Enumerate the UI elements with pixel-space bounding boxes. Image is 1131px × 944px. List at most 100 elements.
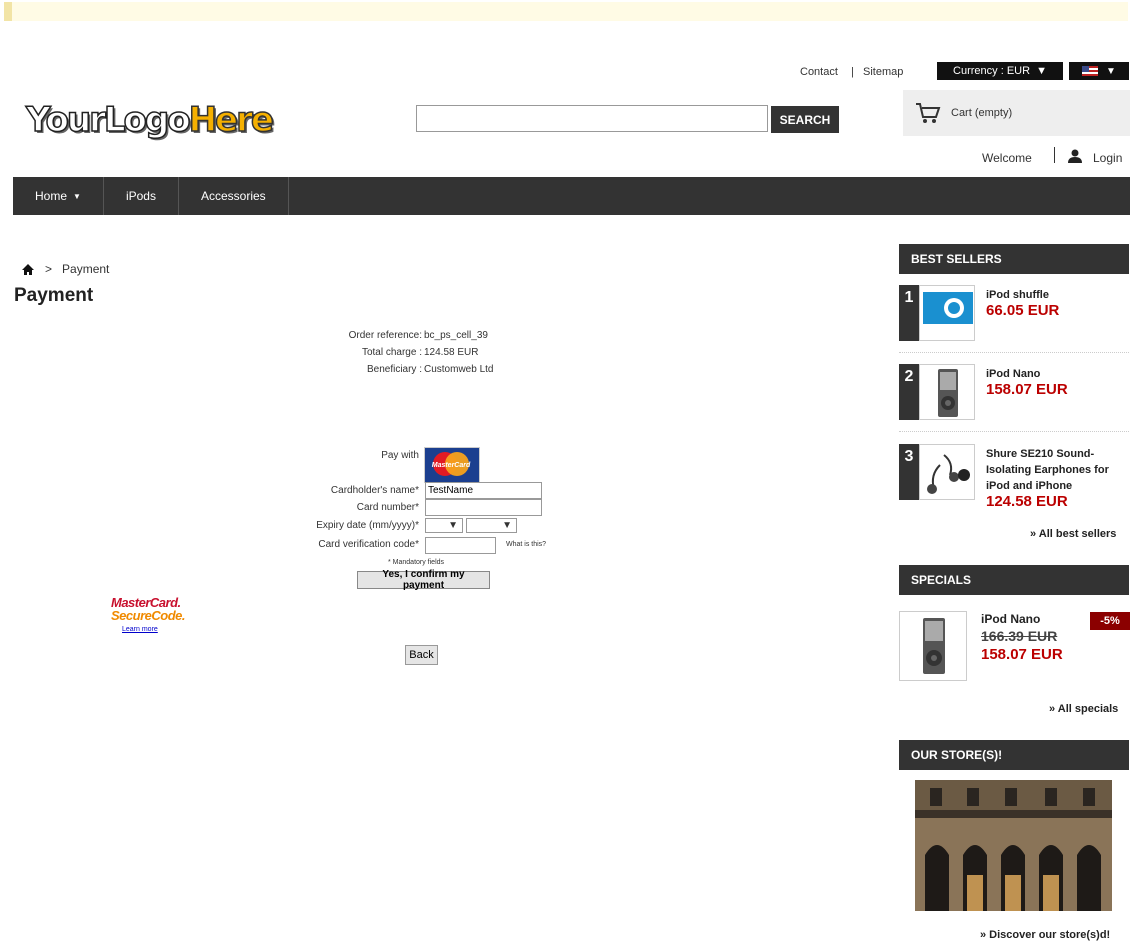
chevron-down-icon: ▼ xyxy=(1036,65,1047,77)
product-price: 158.07 EUR xyxy=(986,381,1068,398)
discount-badge: -5% xyxy=(1090,612,1130,630)
mastercard-logo: MasterCard xyxy=(424,447,480,483)
expiry-label: Expiry date (mm/yyyy)* xyxy=(316,520,419,531)
product-info: iPod shuffle 66.05 EUR xyxy=(986,287,1131,319)
expiry-year-select[interactable]: ▼ xyxy=(466,518,517,533)
sitemap-link[interactable]: Sitemap xyxy=(863,66,903,78)
stores-title[interactable]: OUR STORE(S)! xyxy=(899,740,1129,770)
chevron-down-icon: ▼ xyxy=(448,520,458,531)
nav-item-ipods[interactable]: iPods xyxy=(104,177,179,215)
mandatory-note: * Mandatory fields xyxy=(388,559,445,566)
discover-stores-link[interactable]: » Discover our store(s)d! xyxy=(980,929,1110,941)
all-best-sellers-link[interactable]: » All best sellers xyxy=(1030,528,1116,540)
best-sellers-title[interactable]: BEST SELLERS xyxy=(899,244,1129,274)
cardholder-input[interactable] xyxy=(425,482,542,499)
logo-part2: Here xyxy=(188,99,275,141)
chevron-down-icon: ▼ xyxy=(502,520,512,531)
link-separator: | xyxy=(851,66,854,78)
ipod-nano-image xyxy=(938,369,958,417)
whats-this-link[interactable]: What is this? xyxy=(506,541,546,548)
breadcrumb-current: Payment xyxy=(62,262,110,276)
product-image[interactable] xyxy=(919,364,975,420)
chevron-down-icon: ▼ xyxy=(73,191,81,201)
cardholder-label: Cardholder's name* xyxy=(330,485,419,496)
user-icon xyxy=(1068,149,1082,163)
confirm-payment-button[interactable]: Yes, I confirm my payment xyxy=(357,569,490,591)
page-title: Payment xyxy=(14,285,94,306)
specials-title[interactable]: SPECIALS xyxy=(899,565,1129,595)
nav-item-label: Home xyxy=(35,189,68,203)
nav-item-home[interactable]: Home ▼ xyxy=(13,177,104,215)
list-item[interactable]: 2 iPod Nano 158.07 EUR xyxy=(899,364,1129,422)
order-ref-value: bc_ps_cell_39 xyxy=(424,330,488,341)
search-button[interactable]: SEARCH xyxy=(771,106,839,133)
home-icon[interactable] xyxy=(21,263,35,276)
product-price: 158.07 EUR xyxy=(981,646,1063,663)
product-image[interactable] xyxy=(919,285,975,341)
divider xyxy=(1054,147,1055,163)
login-link[interactable]: Login xyxy=(1093,151,1122,165)
product-image[interactable] xyxy=(899,611,967,681)
card-number-label: Card number* xyxy=(356,502,419,513)
notice-flag xyxy=(4,2,12,21)
securecode-line2: SecureCode. xyxy=(111,608,185,623)
card-logo-text: MasterCard xyxy=(432,462,471,469)
notice-bar xyxy=(4,2,1128,21)
expiry-month-select[interactable]: ▼ xyxy=(425,518,463,533)
logo-part1: YourLogo xyxy=(25,99,191,141)
nav-item-label: iPods xyxy=(125,189,156,203)
rank-badge: 2 xyxy=(899,364,919,420)
language-selector[interactable]: ▼ xyxy=(1069,62,1129,80)
ipod-shuffle-image xyxy=(923,292,973,324)
product-info: iPod Nano 158.07 EUR xyxy=(986,366,1131,398)
nav-item-label: Accessories xyxy=(200,189,266,203)
old-price: 166.39 EUR xyxy=(981,628,1058,644)
card-number-input[interactable] xyxy=(425,499,542,516)
chevron-down-icon: ▼ xyxy=(1106,65,1116,77)
product-name[interactable]: iPod Nano xyxy=(981,612,1091,626)
cart-block[interactable]: Cart (empty) xyxy=(903,90,1130,136)
beneficiary-label: Beneficiary : xyxy=(366,364,422,375)
special-item-info: iPod Nano 166.39 EUR 158.07 EUR xyxy=(981,612,1091,663)
learn-more-link[interactable]: Learn more xyxy=(122,626,158,633)
store-image[interactable] xyxy=(915,780,1112,911)
product-name[interactable]: iPod shuffle xyxy=(986,287,1131,303)
search-input[interactable] xyxy=(416,105,768,132)
breadcrumb: > Payment xyxy=(21,262,109,276)
divider xyxy=(899,431,1129,432)
earphones-image xyxy=(927,454,970,494)
list-item[interactable]: 1 iPod shuffle 66.05 EUR xyxy=(899,285,1129,343)
cart-label: Cart (empty) xyxy=(951,107,1013,119)
currency-selector[interactable]: Currency : EUR ▼ xyxy=(937,62,1063,80)
site-logo[interactable]: YourLogoHere xyxy=(25,99,275,141)
welcome-text: Welcome xyxy=(982,151,1032,165)
product-name[interactable]: Shure SE210 Sound-Isolating Earphones fo… xyxy=(986,446,1131,494)
pay-with-label: Pay with xyxy=(381,450,419,461)
cvc-input[interactable] xyxy=(425,537,496,554)
breadcrumb-separator: > xyxy=(45,262,53,276)
product-price: 66.05 EUR xyxy=(986,302,1060,319)
cvc-label: Card verification code* xyxy=(318,539,419,550)
securecode-logo: MasterCard. SecureCode. xyxy=(111,596,185,622)
us-flag-icon xyxy=(1082,66,1099,76)
product-info: Shure SE210 Sound-Isolating Earphones fo… xyxy=(986,446,1131,510)
divider xyxy=(899,352,1129,353)
order-ref-label: Order reference: xyxy=(348,330,422,341)
ipod-nano-image xyxy=(923,618,945,674)
main-nav: Home ▼ iPods Accessories xyxy=(13,177,1130,215)
product-price: 124.58 EUR xyxy=(986,493,1068,510)
rank-badge: 1 xyxy=(899,285,919,341)
total-label: Total charge : xyxy=(361,347,422,358)
contact-link[interactable]: Contact xyxy=(800,66,838,78)
cart-icon xyxy=(916,103,941,123)
product-image[interactable] xyxy=(919,444,975,500)
currency-label: Currency : EUR xyxy=(953,65,1031,77)
back-button[interactable]: Back xyxy=(405,645,438,665)
list-item[interactable]: 3 Shure SE210 Sound-Isolating Earphones … xyxy=(899,444,1129,514)
nav-item-accessories[interactable]: Accessories xyxy=(179,177,289,215)
all-specials-link[interactable]: » All specials xyxy=(1049,703,1118,715)
rank-badge: 3 xyxy=(899,444,919,500)
total-value: 124.58 EUR xyxy=(424,347,479,358)
beneficiary-value: Customweb Ltd xyxy=(424,364,494,375)
product-name[interactable]: iPod Nano xyxy=(986,366,1131,382)
